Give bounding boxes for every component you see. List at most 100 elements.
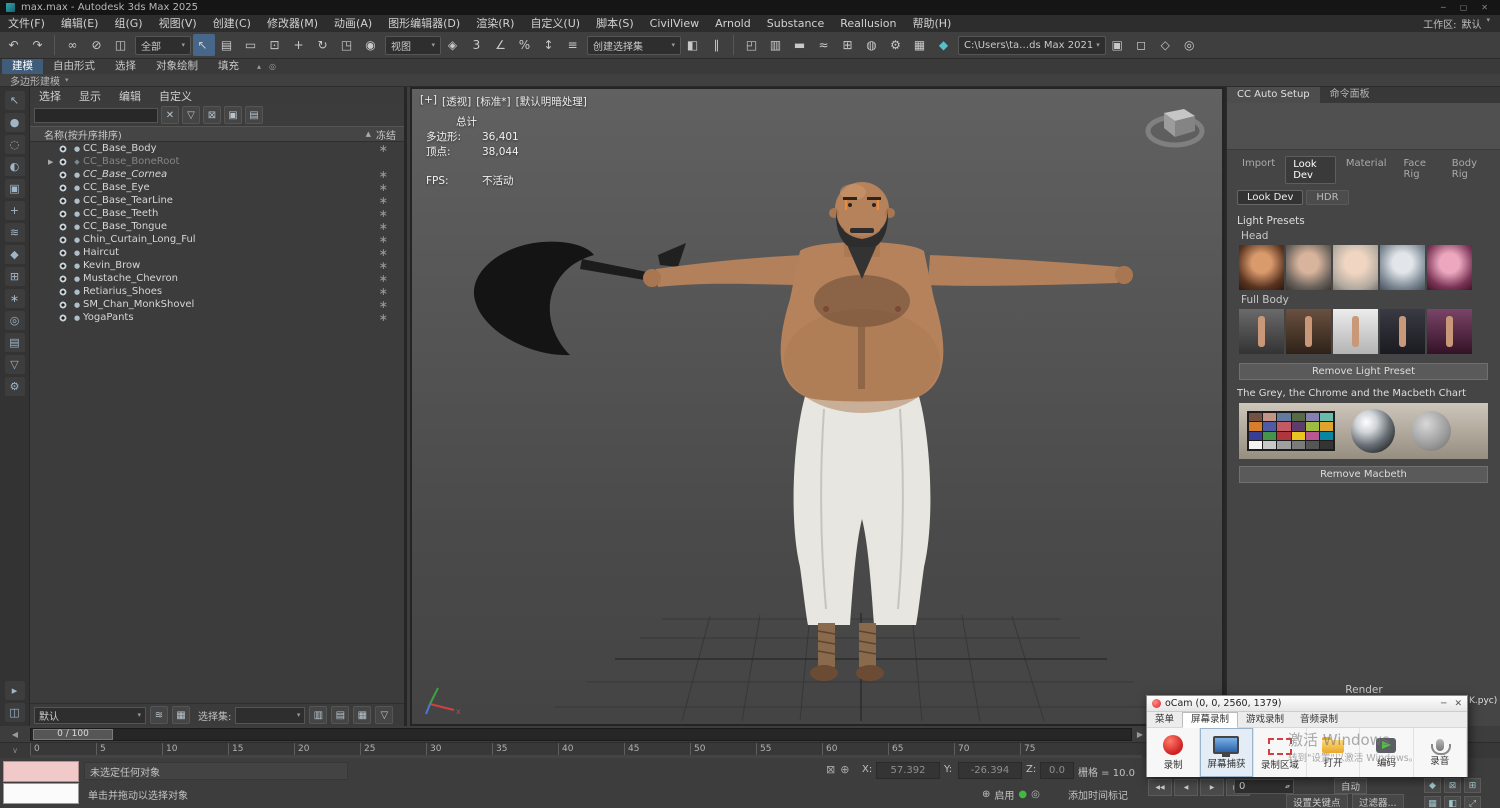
ocam-tab-game-record[interactable]: 游戏录制 [1238, 713, 1292, 727]
menu-item[interactable]: 修改器(M) [259, 15, 326, 32]
prev-frame-arrow-icon[interactable]: ◀ [12, 730, 18, 739]
pick-parent-icon[interactable]: ▣ [224, 106, 242, 124]
menu-item[interactable]: 视图(V) [151, 15, 205, 32]
ocam-audio-button[interactable]: 录音 [1414, 728, 1467, 777]
visibility-eye-icon[interactable] [58, 169, 68, 180]
schematic-view-icon[interactable]: ⊞ [838, 34, 860, 56]
go-to-start-button[interactable]: ◀◀ [1148, 779, 1172, 796]
track-bar-ruler[interactable]: 0 5 10 15 20 25 30 35 40 45 50 55 60 65 70 75 [30, 743, 1142, 758]
menu-item[interactable]: Arnold [707, 15, 759, 32]
ocam-open-button[interactable]: 打开 [1307, 728, 1361, 777]
fullscreen-icon[interactable]: ⤢ [1464, 796, 1481, 808]
ocam-tab-screen-record[interactable]: 屏幕录制 [1182, 711, 1239, 728]
frozen-icon[interactable]: ∗ [379, 247, 388, 258]
y-coordinate-field[interactable]: -26.394 [958, 762, 1022, 779]
menu-item[interactable]: Substance [759, 15, 833, 32]
viewport-menu-renderer[interactable]: [标准*] [476, 94, 510, 109]
select-and-link-icon[interactable]: ∞ [63, 34, 85, 56]
frozen-icon[interactable]: ∗ [379, 143, 388, 154]
body-preset-bright[interactable] [1333, 309, 1378, 354]
adaptive-degradation-icon[interactable]: ⊕ [982, 789, 990, 800]
object-name[interactable]: YogaPants [83, 312, 134, 323]
play-button[interactable]: ▶ [1200, 779, 1224, 796]
unlink-selection-icon[interactable]: ⊘ [87, 34, 109, 56]
object-name[interactable]: Kevin_Brow [83, 260, 140, 271]
render-icon[interactable]: ◆ [934, 34, 956, 56]
menu-item[interactable]: 脚本(S) [588, 15, 642, 32]
select-object-icon[interactable]: ↖ [193, 34, 215, 56]
remove-macbeth-button[interactable]: Remove Macbeth [1239, 466, 1488, 483]
filter-funnel-icon[interactable]: ▽ [182, 106, 200, 124]
time-slider-handle[interactable]: 0 / 100 [33, 728, 113, 740]
scene-object-row[interactable]: ● Chin_Curtain_Long_Ful ∗ [30, 233, 404, 246]
scene-object-row[interactable]: ▶ ◆ CC_Base_BoneRoot [30, 155, 404, 168]
footer-icon-1[interactable]: ≋ [150, 706, 168, 724]
scene-object-row[interactable]: ● CC_Base_Cornea ∗ [30, 168, 404, 181]
spinner-snap-icon[interactable]: ↕ [539, 34, 561, 56]
menu-item[interactable]: CivilView [642, 15, 707, 32]
tab-cc-auto-setup[interactable]: CC Auto Setup [1227, 87, 1320, 103]
workspace-selector[interactable]: 工作区: 默认 ▾ [1423, 16, 1500, 31]
frozen-icon[interactable]: ∗ [379, 169, 388, 180]
explorer-menu-item[interactable]: 选择 [30, 88, 70, 104]
material-editor-icon[interactable]: ◍ [862, 34, 884, 56]
menu-item[interactable]: Reallusion [832, 15, 904, 32]
project-path-combo[interactable]: C:\Users\ta…ds Max 2021 ▾ [958, 35, 1106, 55]
lookdev-subtab[interactable]: HDR [1306, 190, 1349, 205]
ribbon-tab[interactable]: 选择 [105, 59, 146, 74]
workspace-icon-2[interactable]: ◇ [1156, 34, 1178, 56]
strip-pin-icon[interactable]: ◫ [4, 703, 25, 722]
z-coordinate-field[interactable]: 0.0 [1040, 762, 1074, 779]
strip-lights-icon[interactable]: ◐ [4, 157, 25, 176]
head-preset-warm[interactable] [1239, 245, 1284, 290]
lock-toggle-icon[interactable]: ⊠ [1444, 778, 1461, 793]
body-preset-pink[interactable] [1427, 309, 1472, 354]
scene-object-row[interactable]: ● CC_Base_Eye ∗ [30, 181, 404, 194]
explorer-menu-item[interactable]: 显示 [70, 88, 110, 104]
snapshot-icon[interactable]: ▦ [1424, 796, 1441, 808]
select-and-scale-icon[interactable]: ◳ [337, 34, 359, 56]
percent-snap-icon[interactable]: % [515, 34, 537, 56]
menu-item[interactable]: 文件(F) [0, 15, 53, 32]
strip-spacewarps-icon[interactable]: ≋ [4, 223, 25, 242]
menu-item[interactable]: 图形编辑器(D) [380, 15, 468, 32]
separator[interactable] [54, 35, 59, 55]
visibility-eye-icon[interactable] [58, 247, 68, 258]
ocam-encode-button[interactable]: 编码 [1360, 728, 1414, 777]
body-preset-gray[interactable] [1239, 309, 1284, 354]
layer-explorer-icon[interactable]: ▥ [766, 34, 788, 56]
current-frame-field[interactable]: 0 [1234, 779, 1294, 794]
bind-to-space-warp-icon[interactable]: ◫ [111, 34, 133, 56]
view-combo[interactable]: 视图 ▾ [385, 35, 441, 55]
footer-icon-5[interactable]: ▦ [353, 706, 372, 724]
ocam-record-area-button[interactable]: 录制区域 [1254, 728, 1307, 777]
strip-geometry-icon[interactable]: ● [4, 113, 25, 132]
ribbon-panel-label[interactable]: 多边形建模 [10, 73, 60, 88]
scene-object-row[interactable]: ● CC_Base_TearLine ∗ [30, 194, 404, 207]
visibility-eye-icon[interactable] [58, 312, 68, 323]
named-selection-combo[interactable]: 创建选择集 ▾ [587, 35, 681, 55]
body-preset-warm[interactable] [1286, 309, 1331, 354]
named-selection-sets-icon[interactable]: ≡ [563, 34, 585, 56]
cc-nav-tab[interactable]: Import [1235, 156, 1282, 184]
help-search-icon[interactable]: ◎ [1180, 34, 1202, 56]
align-icon[interactable]: ∥ [707, 34, 729, 56]
cc-nav-tab[interactable]: Material [1339, 156, 1394, 184]
grid-toggle-icon[interactable]: ⊞ [1464, 778, 1481, 793]
footer-icon-4[interactable]: ▤ [331, 706, 350, 724]
ocam-close-button[interactable]: ✕ [1454, 699, 1462, 709]
frozen-icon[interactable]: ∗ [379, 299, 388, 310]
select-and-place-icon[interactable]: ◉ [361, 34, 383, 56]
viewport-menu-plus[interactable]: [+] [420, 94, 437, 109]
frozen-icon[interactable]: ∗ [379, 234, 388, 245]
visibility-eye-icon[interactable] [58, 208, 68, 219]
macro-recorder-box[interactable] [3, 761, 79, 782]
next-frame-arrow-icon[interactable]: ▶ [1137, 730, 1143, 739]
strip-select-icon[interactable]: ↖ [4, 91, 25, 110]
menu-item[interactable]: 动画(A) [326, 15, 380, 32]
pivot-icon[interactable]: ◈ [443, 34, 465, 56]
object-name[interactable]: Haircut [83, 247, 119, 258]
menu-item[interactable]: 组(G) [106, 15, 150, 32]
lock-explorer-icon[interactable]: ⊠ [203, 106, 221, 124]
redo-icon[interactable]: ↷ [28, 34, 50, 56]
